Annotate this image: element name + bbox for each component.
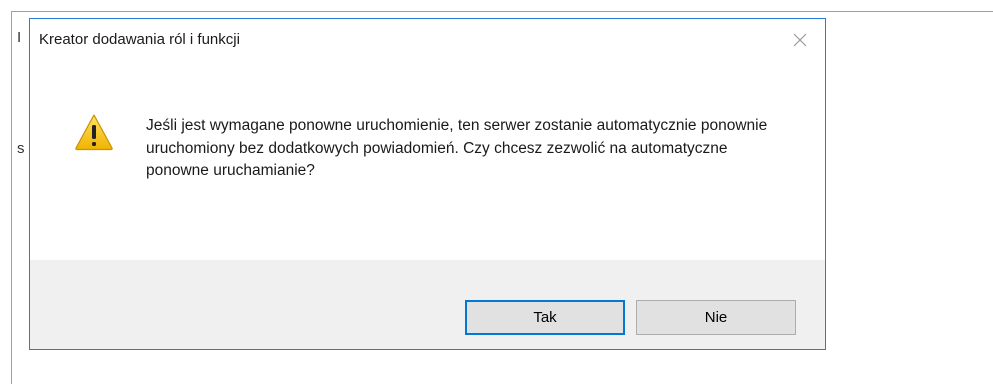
background-window-text: s xyxy=(17,140,25,157)
background-window-text: I xyxy=(17,29,22,46)
yes-button[interactable]: Tak xyxy=(465,300,625,335)
dialog-title: Kreator dodawania ról i funkcji xyxy=(39,31,240,48)
close-icon xyxy=(793,33,807,47)
dialog-content: Jeśli jest wymagane ponowne uruchomienie… xyxy=(30,61,825,260)
dialog-footer: Tak Nie xyxy=(30,260,825,349)
warning-triangle-icon xyxy=(75,114,113,151)
close-button[interactable] xyxy=(787,27,813,53)
dialog-message: Jeśli jest wymagane ponowne uruchomienie… xyxy=(146,117,768,179)
yes-button-label: Tak xyxy=(533,309,557,326)
message-dialog: Kreator dodawania ról i funkcji Jeśli je… xyxy=(29,18,826,350)
dialog-titlebar[interactable]: Kreator dodawania ról i funkcji xyxy=(30,19,825,61)
no-button-label: Nie xyxy=(704,309,728,326)
no-button[interactable]: Nie xyxy=(636,300,796,335)
